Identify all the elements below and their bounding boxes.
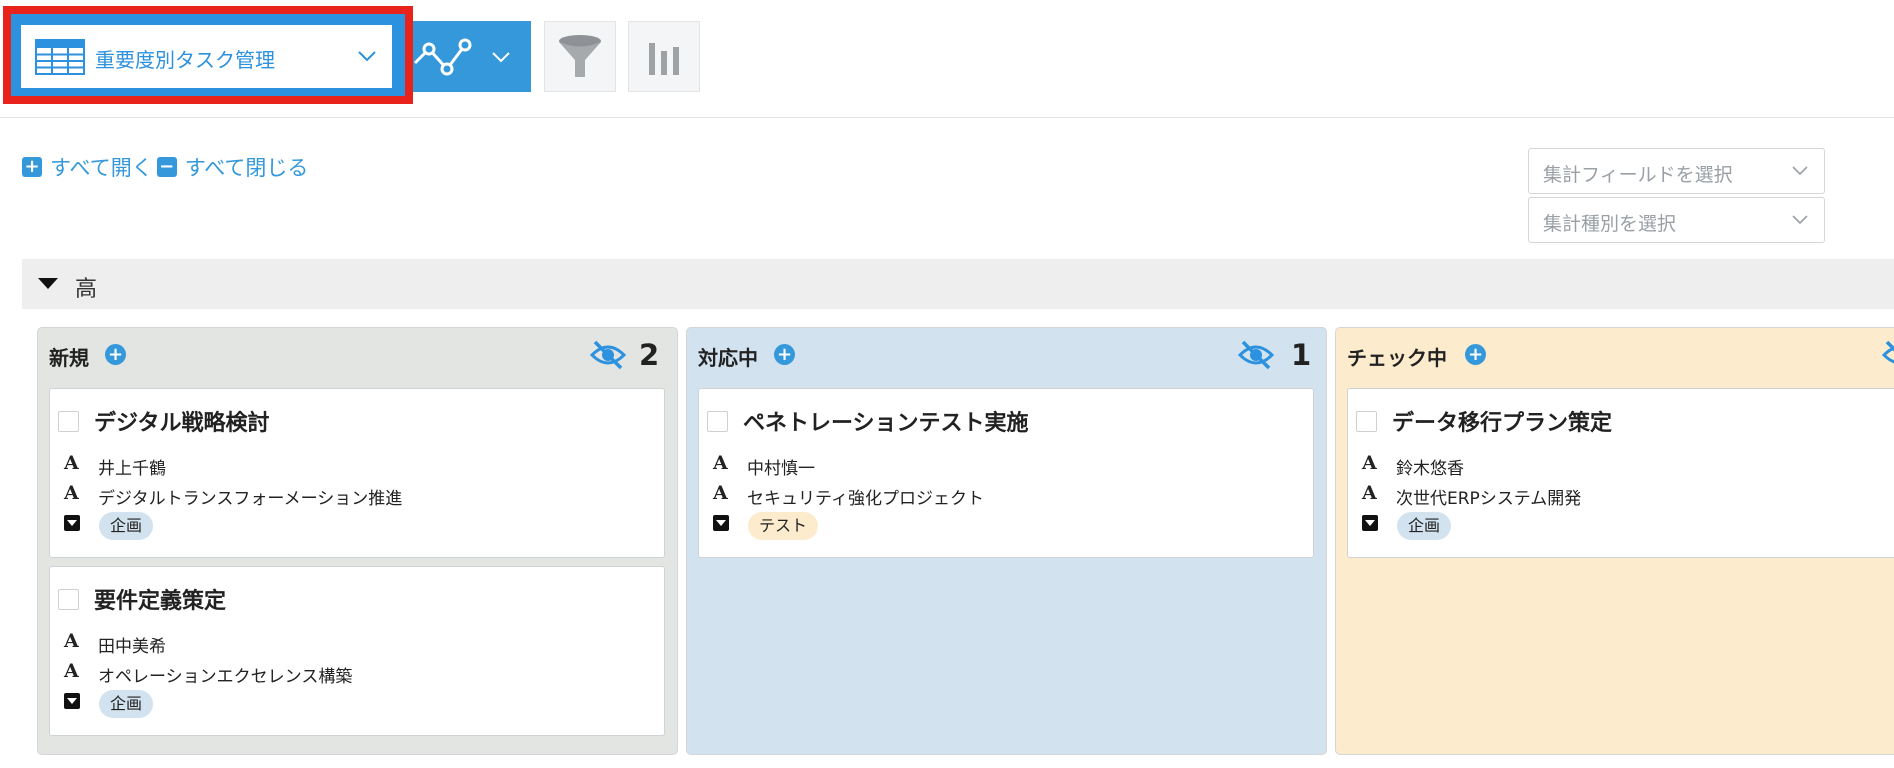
- card-checkbox[interactable]: [707, 411, 728, 432]
- chevron-down-icon: [492, 52, 510, 63]
- text-field-icon: A: [64, 452, 79, 474]
- expand-all-link[interactable]: + すべて開く: [22, 152, 153, 182]
- assignee-text: 鈴木悠香: [1396, 459, 1464, 479]
- column-header: チェック中 +: [1336, 328, 1894, 388]
- collapse-all-label: すべて閉じる: [184, 156, 309, 180]
- column-title: チェック中: [1347, 346, 1447, 370]
- kanban-column-checking: チェック中 + データ移行プラン策定 A 鈴木悠香 A 次世代ERPシステム開発…: [1335, 327, 1894, 755]
- kanban-column-in-progress: 対応中 + 1 ペネトレーションテスト実施 A 中村慎一 A セキュリティ強化プ…: [686, 327, 1327, 755]
- card-checkbox[interactable]: [58, 411, 79, 432]
- column-header: 新規 + 2: [38, 328, 677, 388]
- dropdown-field-icon: [64, 515, 80, 531]
- dropdown-field-icon: [713, 515, 729, 531]
- category-badge: テスト: [748, 512, 819, 540]
- toolbar-divider: [0, 117, 1894, 118]
- collapse-all-link[interactable]: − すべて閉じる: [156, 152, 309, 182]
- funnel-icon: [559, 34, 601, 77]
- expand-all-label: すべて開く: [50, 156, 153, 180]
- text-field-icon: A: [64, 482, 79, 504]
- eye-off-icon[interactable]: [1238, 340, 1274, 370]
- minus-square-icon: −: [156, 157, 177, 177]
- category-badge: 企画: [99, 512, 154, 540]
- text-field-icon: A: [64, 630, 79, 652]
- aggregate-type-select[interactable]: 集計種別を選択: [1528, 197, 1825, 243]
- column-title: 新規: [49, 346, 89, 370]
- category-badge: 企画: [1397, 512, 1452, 540]
- chevron-down-icon: [358, 51, 376, 62]
- group-header[interactable]: 高: [22, 259, 1894, 309]
- project-text: オペレーションエクセレンス構築: [98, 667, 353, 687]
- assignee-text: 中村慎一: [747, 459, 815, 479]
- plus-square-icon: +: [22, 157, 42, 177]
- group-title: 高: [75, 277, 98, 302]
- card-title: データ移行プラン策定: [1392, 411, 1613, 436]
- graph-selector-button[interactable]: [413, 21, 531, 92]
- caret-down-icon: [38, 278, 58, 289]
- line-graph-icon: [413, 38, 472, 76]
- task-card[interactable]: データ移行プラン策定 A 鈴木悠香 A 次世代ERPシステム開発 企画: [1347, 388, 1894, 558]
- chevron-down-icon: [1792, 166, 1808, 176]
- task-card[interactable]: ペネトレーションテスト実施 A 中村慎一 A セキュリティ強化プロジェクト テス…: [698, 388, 1314, 558]
- add-card-button[interactable]: +: [105, 344, 126, 365]
- expand-collapse-row: + すべて開く − すべて閉じる: [22, 152, 308, 180]
- column-title: 対応中: [698, 346, 758, 370]
- column-count: 2: [639, 338, 660, 372]
- aggregate-field-select[interactable]: 集計フィールドを選択: [1528, 148, 1825, 194]
- text-field-icon: A: [1362, 482, 1377, 504]
- view-selector-label: 重要度別タスク管理: [95, 48, 275, 72]
- text-field-icon: A: [1362, 452, 1377, 474]
- text-field-icon: A: [713, 482, 728, 504]
- project-text: セキュリティ強化プロジェクト: [747, 489, 984, 509]
- bar-chart-icon: [649, 42, 679, 75]
- assignee-text: 井上千鶴: [98, 459, 166, 479]
- table-icon: [35, 39, 85, 75]
- chevron-down-icon: [1792, 215, 1808, 225]
- text-field-icon: A: [713, 452, 728, 474]
- view-selector-dropdown[interactable]: 重要度別タスク管理: [21, 25, 392, 88]
- card-checkbox[interactable]: [58, 589, 79, 610]
- filter-button[interactable]: [544, 21, 616, 92]
- text-field-icon: A: [64, 660, 79, 682]
- add-card-button[interactable]: +: [1465, 344, 1486, 365]
- chart-button[interactable]: [628, 21, 700, 92]
- project-text: 次世代ERPシステム開発: [1396, 489, 1582, 509]
- dropdown-field-icon: [64, 693, 80, 709]
- dropdown-field-icon: [1362, 515, 1378, 531]
- task-card[interactable]: デジタル戦略検討 A 井上千鶴 A デジタルトランスフォーメーション推進 企画: [49, 388, 665, 558]
- column-header: 対応中 + 1: [687, 328, 1326, 388]
- add-card-button[interactable]: +: [774, 344, 795, 365]
- card-title: 要件定義策定: [94, 589, 227, 614]
- card-checkbox[interactable]: [1356, 411, 1377, 432]
- aggregate-field-placeholder: 集計フィールドを選択: [1543, 164, 1733, 186]
- task-card[interactable]: 要件定義策定 A 田中美希 A オペレーションエクセレンス構築 企画: [49, 566, 665, 736]
- aggregate-type-placeholder: 集計種別を選択: [1543, 213, 1677, 235]
- eye-off-icon[interactable]: [1882, 340, 1894, 370]
- category-badge: 企画: [99, 690, 154, 718]
- column-count: 1: [1291, 338, 1312, 372]
- project-text: デジタルトランスフォーメーション推進: [98, 489, 403, 509]
- card-title: ペネトレーションテスト実施: [743, 411, 1029, 436]
- assignee-text: 田中美希: [98, 637, 166, 657]
- card-title: デジタル戦略検討: [94, 411, 270, 436]
- kanban-column-new: 新規 + 2 デジタル戦略検討 A 井上千鶴 A デジタルトランスフォーメーショ…: [37, 327, 678, 755]
- eye-off-icon[interactable]: [590, 340, 626, 370]
